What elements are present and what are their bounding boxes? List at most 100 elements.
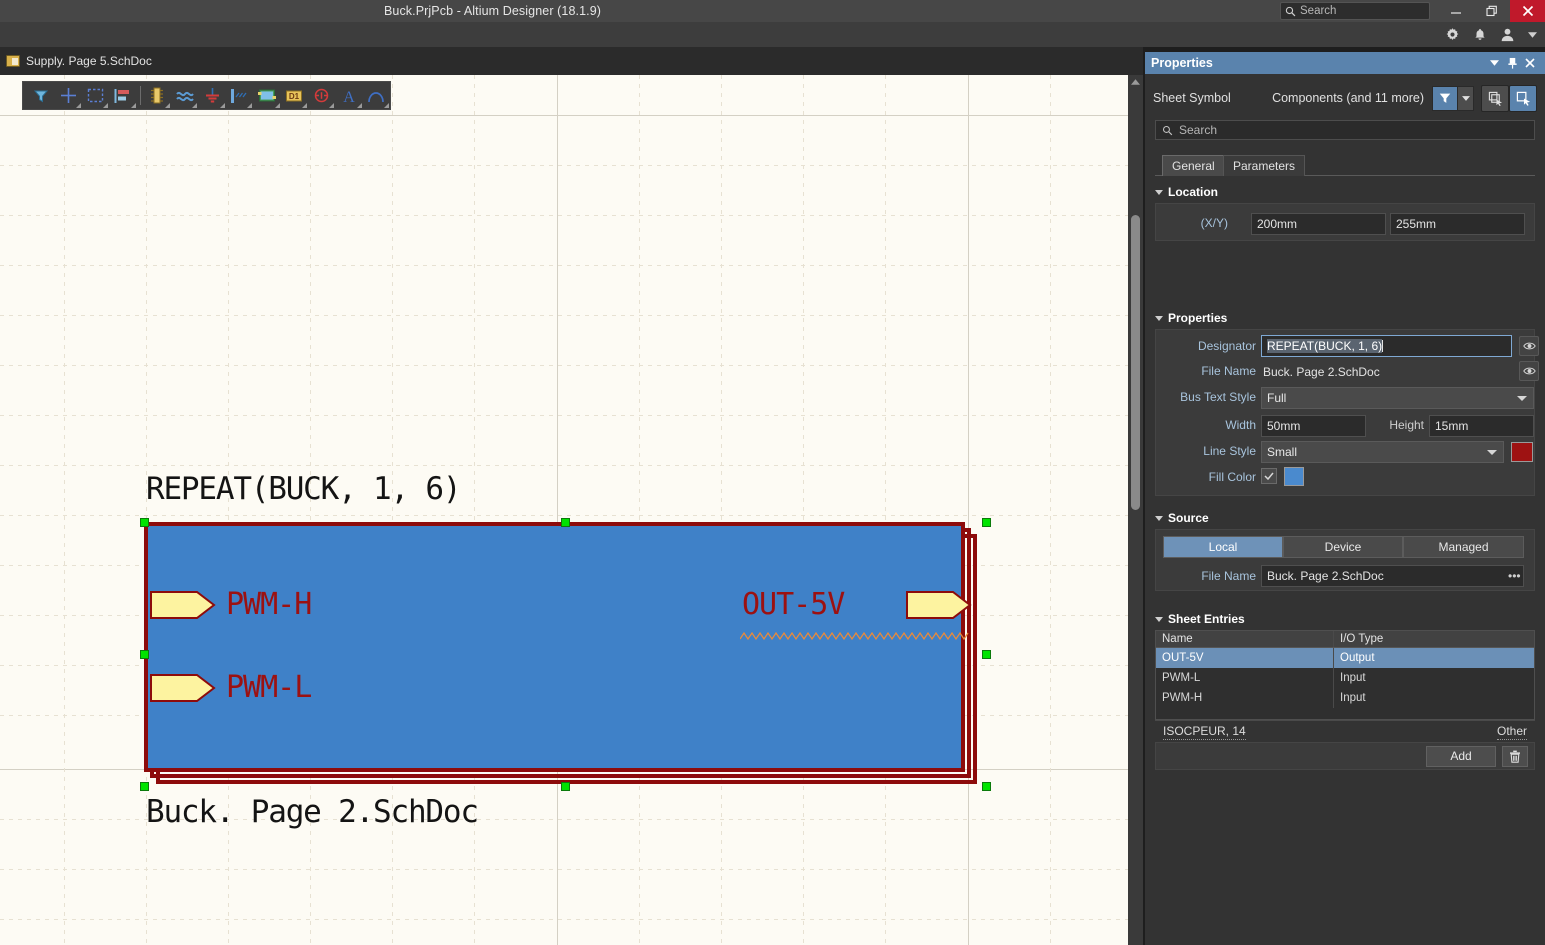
select-all-similar-button[interactable] bbox=[1481, 85, 1509, 112]
schematic-canvas[interactable]: REPEAT(BUCK, 1, 6) PWM-H PWM-L OUT-5V Bu… bbox=[0, 75, 1143, 945]
sheet-entry-label-pwm-h[interactable]: PWM-H bbox=[226, 587, 311, 622]
selection-handle-bottom-right[interactable] bbox=[982, 782, 991, 791]
global-search-box[interactable]: Search bbox=[1280, 2, 1430, 20]
canvas-filename-label[interactable]: Buck. Page 2.SchDoc bbox=[146, 794, 478, 830]
column-header-name[interactable]: Name bbox=[1156, 631, 1334, 647]
source-segment-managed[interactable]: Managed bbox=[1403, 536, 1524, 558]
dropdown-caret-icon[interactable] bbox=[220, 103, 225, 108]
user-avatar-icon[interactable] bbox=[1500, 27, 1515, 42]
section-header-sheet-entries[interactable]: Sheet Entries bbox=[1155, 611, 1245, 627]
section-header-location[interactable]: Location bbox=[1155, 184, 1218, 200]
font-spec-link[interactable]: ISOCPEUR, 14 bbox=[1163, 724, 1246, 740]
selection-handle-middle-left[interactable] bbox=[140, 650, 149, 659]
arc-icon[interactable] bbox=[363, 83, 390, 108]
selection-handle-top-center[interactable] bbox=[561, 518, 570, 527]
bus-text-style-combo[interactable]: Full bbox=[1261, 387, 1534, 409]
filename-visibility-eye-icon[interactable] bbox=[1519, 361, 1539, 381]
filter-toggle-button[interactable] bbox=[1432, 86, 1458, 111]
source-segment-device[interactable]: Device bbox=[1283, 536, 1403, 558]
sheet-entry-label-out-5v[interactable]: OUT-5V bbox=[742, 587, 844, 622]
source-filename-value: Buck. Page 2.SchDoc bbox=[1267, 569, 1384, 583]
dropdown-caret-icon[interactable] bbox=[384, 103, 389, 108]
selection-handle-bottom-left[interactable] bbox=[140, 782, 149, 791]
table-row[interactable]: PWM-L Input bbox=[1156, 668, 1534, 688]
section-header-properties[interactable]: Properties bbox=[1155, 310, 1227, 326]
location-x-field[interactable]: 200mm bbox=[1251, 213, 1386, 235]
close-window-button[interactable] bbox=[1510, 0, 1545, 22]
bell-icon[interactable] bbox=[1473, 27, 1487, 42]
height-label: Height bbox=[1368, 417, 1424, 433]
selection-handle-top-right[interactable] bbox=[982, 518, 991, 527]
dropdown-caret-icon[interactable] bbox=[103, 103, 108, 108]
dropdown-caret-icon[interactable] bbox=[76, 103, 81, 108]
source-segment-local[interactable]: Local bbox=[1163, 536, 1283, 558]
location-y-field[interactable]: 255mm bbox=[1390, 213, 1525, 235]
dropdown-caret-icon[interactable] bbox=[131, 103, 136, 108]
table-row[interactable]: OUT-5V Output bbox=[1156, 648, 1534, 668]
fill-color-swatch[interactable] bbox=[1284, 467, 1304, 486]
net-label-icon[interactable] bbox=[171, 83, 198, 108]
add-button[interactable]: Add bbox=[1426, 746, 1496, 767]
user-menu-chevron-down-icon[interactable] bbox=[1528, 32, 1537, 38]
panel-collapse-icon[interactable] bbox=[1485, 52, 1503, 74]
marquee-select-icon[interactable] bbox=[82, 83, 109, 108]
align-icon[interactable] bbox=[109, 83, 136, 108]
panel-pin-icon[interactable] bbox=[1503, 52, 1521, 74]
sheet-entry-arrow-pwm-h[interactable] bbox=[150, 588, 216, 622]
no-erc-icon[interactable] bbox=[308, 83, 335, 108]
component-icon[interactable] bbox=[144, 83, 171, 108]
maximize-button[interactable] bbox=[1474, 0, 1510, 22]
minimize-button[interactable] bbox=[1438, 0, 1474, 22]
designator-visibility-eye-icon[interactable] bbox=[1519, 336, 1539, 356]
source-browse-button[interactable]: ••• bbox=[1508, 566, 1521, 586]
document-tab-supply-page-5[interactable]: Supply. Page 5.SchDoc bbox=[0, 47, 164, 75]
height-field[interactable]: 15mm bbox=[1429, 415, 1534, 437]
text-icon[interactable]: A bbox=[335, 83, 362, 108]
panel-search-input[interactable]: Search bbox=[1155, 120, 1535, 140]
designator-icon[interactable]: D1 bbox=[281, 83, 308, 108]
delete-button[interactable] bbox=[1502, 746, 1528, 767]
dropdown-caret-icon[interactable] bbox=[275, 103, 280, 108]
designator-field[interactable]: REPEAT(BUCK, 1, 6) bbox=[1261, 335, 1512, 357]
ground-icon[interactable] bbox=[198, 83, 225, 108]
sheet-entry-arrow-out-5v[interactable] bbox=[906, 588, 972, 622]
other-settings-link[interactable]: Other bbox=[1497, 724, 1527, 740]
selection-mode-button[interactable] bbox=[1509, 85, 1537, 112]
tab-general[interactable]: General bbox=[1162, 155, 1225, 176]
sheet-symbol-body[interactable] bbox=[144, 522, 965, 772]
gear-icon[interactable] bbox=[1445, 27, 1460, 42]
bus-text-style-label: Bus Text Style bbox=[1156, 389, 1256, 405]
sheet-symbol-icon[interactable] bbox=[253, 83, 280, 108]
dropdown-caret-icon[interactable] bbox=[329, 103, 334, 108]
fill-color-checkbox[interactable] bbox=[1261, 468, 1277, 484]
scroll-up-arrow-icon[interactable] bbox=[1128, 75, 1143, 89]
sheet-entry-label-pwm-l[interactable]: PWM-L bbox=[226, 670, 311, 705]
dropdown-caret-icon[interactable] bbox=[247, 103, 252, 108]
column-header-io-type[interactable]: I/O Type bbox=[1334, 631, 1534, 647]
scrollbar-thumb[interactable] bbox=[1131, 215, 1140, 510]
tab-parameters[interactable]: Parameters bbox=[1223, 155, 1305, 176]
table-row[interactable]: PWM-H Input bbox=[1156, 688, 1534, 708]
filter-dropdown-button[interactable] bbox=[1458, 86, 1474, 111]
source-filename-field[interactable]: Buck. Page 2.SchDoc bbox=[1261, 565, 1524, 587]
line-style-combo[interactable]: Small bbox=[1261, 441, 1504, 463]
dropdown-caret-icon[interactable] bbox=[302, 103, 307, 108]
selection-summary-label: Components (and 11 more) bbox=[1272, 91, 1424, 105]
filter-icon[interactable] bbox=[27, 83, 54, 108]
dropdown-caret-icon[interactable] bbox=[165, 103, 170, 108]
sheet-entry-arrow-pwm-l[interactable] bbox=[150, 671, 216, 705]
selection-handle-bottom-center[interactable] bbox=[561, 782, 570, 791]
tab-general-label: General bbox=[1172, 159, 1215, 173]
crosshair-icon[interactable] bbox=[54, 83, 81, 108]
selection-handle-top-left[interactable] bbox=[140, 518, 149, 527]
width-field[interactable]: 50mm bbox=[1261, 415, 1366, 437]
panel-close-icon[interactable] bbox=[1521, 52, 1539, 74]
dropdown-caret-icon[interactable] bbox=[357, 103, 362, 108]
canvas-designator-label[interactable]: REPEAT(BUCK, 1, 6) bbox=[146, 471, 460, 507]
section-header-source[interactable]: Source bbox=[1155, 510, 1209, 526]
selection-handle-middle-right[interactable] bbox=[982, 650, 991, 659]
bus-entry-icon[interactable] bbox=[226, 83, 253, 108]
canvas-vertical-scrollbar[interactable] bbox=[1128, 75, 1143, 945]
line-color-swatch[interactable] bbox=[1511, 442, 1533, 462]
dropdown-caret-icon[interactable] bbox=[192, 103, 197, 108]
